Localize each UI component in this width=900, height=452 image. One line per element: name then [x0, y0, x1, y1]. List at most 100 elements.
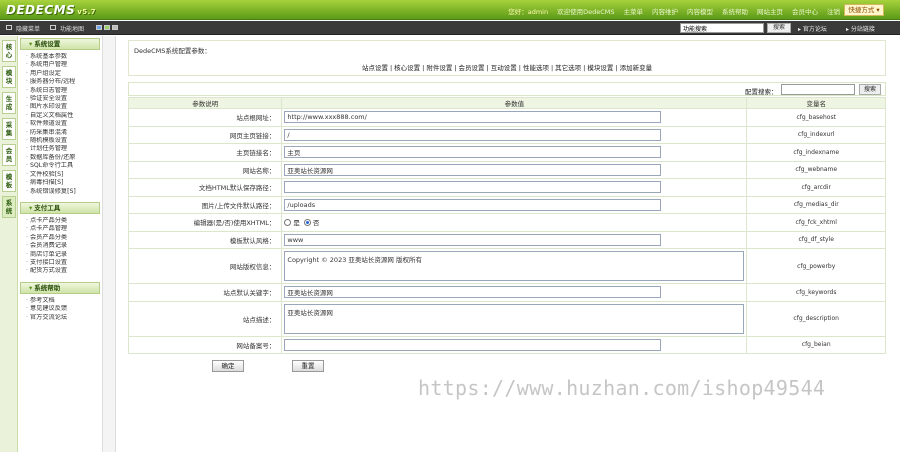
param-textarea[interactable]: 亚奥站长资源网 — [284, 303, 745, 334]
sidebar-item[interactable]: · 系统日志管理 — [20, 87, 100, 95]
top-nav-content[interactable]: 内容维护 — [652, 6, 678, 16]
tab-core[interactable]: 核心 — [2, 40, 16, 62]
substation-link[interactable]: ▸ 分站链接 — [846, 24, 875, 33]
param-input[interactable] — [284, 111, 662, 124]
param-label: 模板默认风格： — [127, 230, 283, 249]
subnav-tab[interactable]: 互动设置 — [491, 64, 517, 72]
param-input[interactable] — [284, 128, 662, 141]
sidebar-item[interactable]: · SQL命令行工具 — [20, 162, 100, 170]
sidebar-item[interactable]: · 参考文档 — [20, 297, 100, 305]
subnav-tab[interactable]: 核心设置 — [394, 64, 420, 72]
tab-system[interactable]: 系统 — [2, 196, 16, 218]
param-textarea[interactable]: Copyright © 2023 亚奥站长资源网 版权所有 — [284, 251, 745, 281]
param-input[interactable] — [284, 163, 662, 176]
sidebar-item[interactable]: · 配货方式设置 — [20, 267, 100, 275]
top-header: DEDECMS v5.7 您好：admin 欢迎使用DedeCMS 主菜单 内容维… — [0, 0, 900, 20]
sidebar-item[interactable]: · 文件校验[S] — [20, 171, 100, 179]
sidebar-item[interactable]: · 服务器分布/远程 — [20, 78, 100, 86]
param-input[interactable] — [284, 338, 662, 351]
top-nav-welcome[interactable]: 欢迎使用DedeCMS — [557, 6, 614, 16]
function-map-link[interactable]: 功能地图 — [60, 24, 84, 33]
sidebar-item[interactable]: · 自定义文档属性 — [20, 112, 100, 120]
tab-modules[interactable]: 模块 — [2, 66, 16, 88]
sidebar-item[interactable]: · 系统错误修复[S] — [20, 188, 100, 196]
subnav-separator: | — [486, 64, 489, 72]
param-value-cell — [281, 283, 748, 302]
sidebar-group-header[interactable]: ▾ 支付工具 — [20, 201, 100, 214]
sidebar-item[interactable]: · 软件频道设置 — [20, 120, 100, 128]
tab-member[interactable]: 会员 — [2, 144, 16, 166]
theme-gray-icon[interactable] — [112, 25, 118, 30]
forum-link[interactable]: ▸ 官方论坛 — [798, 24, 827, 33]
param-label: 站点默认关键字： — [127, 283, 283, 302]
top-nav-main-menu[interactable]: 主菜单 — [624, 6, 644, 16]
sidebar-item[interactable]: · 验证安全设置 — [20, 95, 100, 103]
function-search-button[interactable]: 搜索 — [767, 23, 791, 33]
sidebar-item[interactable]: · 数据库备份/还原 — [20, 154, 100, 162]
sidebar-item[interactable]: · 随机模板设置 — [20, 137, 100, 145]
sidebar-item[interactable]: · 图片水印设置 — [20, 103, 100, 111]
watermark: https://www.huzhan.com/ishop49544 — [418, 376, 826, 400]
collapse-icon: ▾ — [29, 203, 33, 212]
subnav-tab[interactable]: 添加新变量 — [620, 64, 653, 72]
param-label: 主页链接名： — [127, 143, 283, 162]
tab-collect[interactable]: 采集 — [2, 118, 16, 140]
sidebar-splitter[interactable] — [102, 36, 116, 452]
tab-template[interactable]: 模板 — [2, 170, 16, 192]
sidebar-item[interactable]: · 会员消费记录 — [20, 242, 100, 250]
sidebar-item[interactable]: · 支付接口设置 — [20, 259, 100, 267]
sidebar-item-label: 系统基本参数 — [29, 53, 68, 60]
sidebar-item[interactable]: · 防采集串混淆 — [20, 129, 100, 137]
sidebar-item[interactable]: · 用户组设定 — [20, 70, 100, 78]
sidebar-item[interactable]: · 系统基本参数 — [20, 53, 100, 61]
sidebar-item[interactable]: · 计划任务管理 — [20, 145, 100, 153]
config-header: DedeCMS系统配置参数： 站点设置 | 核心设置 | 附件设置 | 会员设置 | 互动设置 |… — [128, 40, 886, 76]
subnav-tab[interactable]: 附件设置 — [426, 64, 452, 72]
param-input[interactable] — [284, 233, 662, 246]
quick-shortcut-button[interactable]: 快捷方式 ▾ — [844, 4, 884, 16]
sidebar-item[interactable]: · 官方交流论坛 — [20, 314, 100, 322]
function-search-input[interactable] — [680, 23, 764, 33]
tab-generate[interactable]: 生成 — [2, 92, 16, 114]
top-nav-home[interactable]: 网站主页 — [757, 6, 783, 16]
config-subnav: 站点设置 | 核心设置 | 附件设置 | 会员设置 | 互动设置 | 性能选项 | 其它选项 | 模块设置 |… — [128, 62, 886, 72]
hide-menu-icon — [6, 25, 12, 30]
sidebar-group-header[interactable]: ▾ 系统帮助 — [20, 281, 100, 294]
table-row: 网站名称： cfg_webname — [127, 160, 886, 179]
sidebar-group-header[interactable]: ▾ 系统设置 — [20, 38, 100, 50]
config-search-button[interactable]: 搜索 — [859, 84, 881, 95]
param-input[interactable] — [284, 181, 662, 194]
param-radio[interactable]: 否 — [303, 217, 319, 227]
sidebar-item[interactable]: · 系统用户管理 — [20, 61, 100, 69]
param-input[interactable] — [284, 286, 662, 299]
theme-blue-icon[interactable] — [96, 25, 102, 30]
sidebar-item[interactable]: · 会员产品分类 — [20, 234, 100, 242]
top-nav-help[interactable]: 系统帮助 — [722, 6, 748, 16]
param-radio[interactable]: 是 — [284, 217, 300, 227]
subnav-tab[interactable]: 会员设置 — [459, 64, 485, 72]
subnav-tab[interactable]: 性能选项 — [523, 64, 549, 72]
sidebar-item[interactable]: · 点卡产品管理 — [20, 225, 100, 233]
param-input[interactable] — [284, 146, 662, 159]
save-button[interactable]: 确定 — [212, 360, 244, 372]
sidebar-item[interactable]: · 点卡产品分类 — [20, 217, 100, 225]
sidebar-item-label: SQL命令行工具 — [29, 162, 74, 170]
sidebar-item[interactable]: · 病毒扫描[S] — [20, 179, 100, 187]
sidebar-item[interactable]: · 意见建议反馈 — [20, 305, 100, 313]
top-nav-models[interactable]: 内容模型 — [687, 6, 713, 16]
reset-button[interactable]: 重置 — [292, 360, 324, 372]
radio-circle-icon — [284, 218, 292, 226]
top-nav-member[interactable]: 会员中心 — [792, 6, 818, 16]
theme-green-icon[interactable] — [104, 25, 110, 30]
sidebar-item-label: 自定义文档属性 — [29, 111, 74, 119]
param-variable-name: cfg_keywords — [746, 283, 886, 302]
subnav-tab[interactable]: 模块设置 — [587, 64, 613, 72]
subnav-tab[interactable]: 站点设置 — [362, 64, 388, 72]
top-nav-logout[interactable]: 注销 — [827, 6, 840, 16]
sidebar-item-label: 支付接口设置 — [29, 258, 68, 266]
hide-menu-link[interactable]: 隐藏菜单 — [16, 24, 40, 33]
sidebar-item[interactable]: · 商店订单记录 — [20, 251, 100, 259]
subnav-tab[interactable]: 其它选项 — [555, 64, 581, 72]
config-search-input[interactable] — [781, 84, 855, 95]
param-input[interactable] — [284, 198, 662, 211]
